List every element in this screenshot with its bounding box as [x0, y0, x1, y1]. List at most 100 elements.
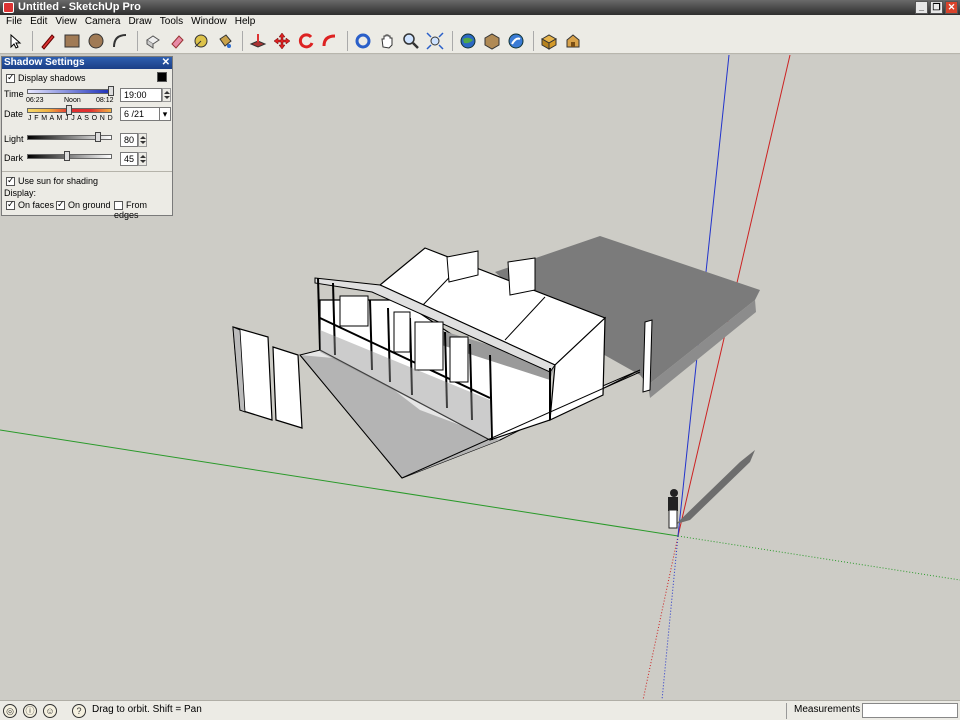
- pencil-icon: [41, 34, 55, 50]
- sunset-time: 08:12: [96, 97, 114, 104]
- display-shadows-checkbox[interactable]: [6, 72, 15, 84]
- select-icon: [10, 33, 22, 49]
- on-ground-label: On ground: [68, 200, 111, 210]
- on-faces-checkbox[interactable]: [6, 199, 15, 211]
- push-pull-button[interactable]: [247, 30, 269, 52]
- zoom-icon: [403, 33, 419, 49]
- eraser-box-icon: [146, 35, 160, 49]
- main-toolbar: [0, 29, 960, 54]
- share-model-button[interactable]: [505, 30, 527, 52]
- move-tool-button[interactable]: [271, 30, 293, 52]
- arc-tool-button[interactable]: [109, 30, 131, 52]
- from-edges-checkbox[interactable]: [114, 201, 123, 211]
- make-component-button[interactable]: [142, 30, 164, 52]
- get-models-button[interactable]: [481, 30, 503, 52]
- credits-icon[interactable]: ⓘ: [23, 704, 37, 718]
- google-earth-button[interactable]: [457, 30, 479, 52]
- rectangle-icon: [64, 34, 80, 48]
- rear-wall-panel-2: [507, 257, 536, 296]
- orbit-icon: [355, 33, 371, 49]
- orbit-tool-button[interactable]: [352, 30, 374, 52]
- dark-spinner-arrows[interactable]: [138, 152, 147, 166]
- rectangle-tool-button[interactable]: [61, 30, 83, 52]
- on-ground-checkbox[interactable]: [56, 199, 65, 211]
- date-dropdown-icon[interactable]: ▾: [159, 107, 171, 121]
- panel-title: Shadow Settings: [4, 57, 85, 68]
- dark-input[interactable]: 45: [120, 152, 138, 166]
- expand-details-button[interactable]: [157, 72, 167, 82]
- user-icon[interactable]: ☺: [43, 704, 57, 718]
- on-faces-label: On faces: [18, 200, 55, 210]
- share-model-icon: [508, 33, 524, 49]
- circle-icon: [88, 33, 104, 49]
- help-icon[interactable]: ?: [72, 704, 86, 718]
- date-input[interactable]: 6 /21: [120, 107, 162, 121]
- close-button[interactable]: ✕: [945, 1, 958, 14]
- pan-tool-button[interactable]: [376, 30, 398, 52]
- display-shadows-label: Display shadows: [18, 73, 86, 83]
- pencil-tool-button[interactable]: [37, 30, 59, 52]
- paint-bucket-icon: [219, 34, 232, 48]
- zoom-extents-button[interactable]: [424, 30, 446, 52]
- shadow-settings-panel: Shadow Settings ✕ Display shadows Time 0…: [1, 56, 173, 220]
- circle-tool-button[interactable]: [85, 30, 107, 52]
- restore-button[interactable]: ❐: [930, 1, 943, 14]
- components-button[interactable]: [538, 30, 560, 52]
- measurements-input[interactable]: [862, 703, 958, 718]
- blue-axis-dotted: [661, 535, 679, 700]
- tape-measure-icon: [194, 34, 208, 48]
- menu-window[interactable]: Window: [187, 15, 231, 29]
- status-bar: ◎ ⓘ ☺ ? Drag to orbit. Shift = Pan Measu…: [0, 700, 960, 720]
- tape-measure-button[interactable]: [190, 30, 212, 52]
- menu-edit[interactable]: Edit: [26, 15, 51, 29]
- arc-icon: [113, 34, 127, 48]
- pan-icon: [381, 34, 393, 49]
- components-icon: [540, 34, 558, 50]
- menu-tools[interactable]: Tools: [156, 15, 187, 29]
- dark-slider-thumb[interactable]: [64, 151, 70, 161]
- menu-help[interactable]: Help: [231, 15, 260, 29]
- noon-label: Noon: [64, 97, 81, 104]
- zoom-tool-button[interactable]: [400, 30, 422, 52]
- person-shadow: [676, 450, 755, 524]
- get-models-icon: [484, 33, 500, 50]
- dark-label: Dark: [4, 153, 24, 163]
- light-slider-thumb[interactable]: [95, 132, 101, 142]
- green-axis-dotted: [677, 535, 960, 581]
- menu-view[interactable]: View: [51, 15, 81, 29]
- date-slider-thumb[interactable]: [66, 105, 72, 115]
- measurements-label: Measurements: [794, 704, 861, 715]
- use-sun-checkbox[interactable]: [6, 175, 15, 187]
- red-axis-dotted: [642, 535, 679, 700]
- menu-file[interactable]: File: [2, 15, 26, 29]
- follow-me-button[interactable]: [319, 30, 341, 52]
- time-spinner-arrows[interactable]: [162, 88, 171, 102]
- move-icon: [273, 32, 291, 50]
- menu-camera[interactable]: Camera: [81, 15, 125, 29]
- right-side-panel: [642, 319, 653, 393]
- light-label: Light: [4, 134, 24, 144]
- light-input[interactable]: 80: [120, 133, 138, 147]
- eraser-icon: [171, 35, 184, 49]
- sketchup-window: Untitled - SketchUp Pro _ ❐ ✕ File Edit …: [0, 0, 960, 720]
- time-slider-thumb[interactable]: [108, 86, 114, 96]
- warehouse-button[interactable]: [562, 30, 584, 52]
- light-spinner-arrows[interactable]: [138, 133, 147, 147]
- select-tool-button[interactable]: [4, 30, 26, 52]
- title-bar: Untitled - SketchUp Pro _ ❐ ✕: [0, 0, 960, 15]
- person-figure: [668, 489, 678, 529]
- date-label: Date: [4, 109, 24, 119]
- menu-draw[interactable]: Draw: [124, 15, 155, 29]
- geo-location-icon[interactable]: ◎: [3, 704, 17, 718]
- display-label: Display:: [4, 188, 37, 198]
- time-slider-track[interactable]: [27, 89, 112, 94]
- rotate-tool-button[interactable]: [295, 30, 317, 52]
- paint-bucket-button[interactable]: [214, 30, 236, 52]
- panel-close-icon[interactable]: ✕: [162, 57, 170, 69]
- minimize-button[interactable]: _: [915, 1, 928, 14]
- eraser-tool-button[interactable]: [166, 30, 188, 52]
- window-title: Untitled - SketchUp Pro: [18, 1, 141, 13]
- panel-title-bar[interactable]: Shadow Settings ✕: [2, 57, 172, 69]
- warehouse-icon: [566, 34, 580, 48]
- time-input[interactable]: 19:00: [120, 88, 162, 102]
